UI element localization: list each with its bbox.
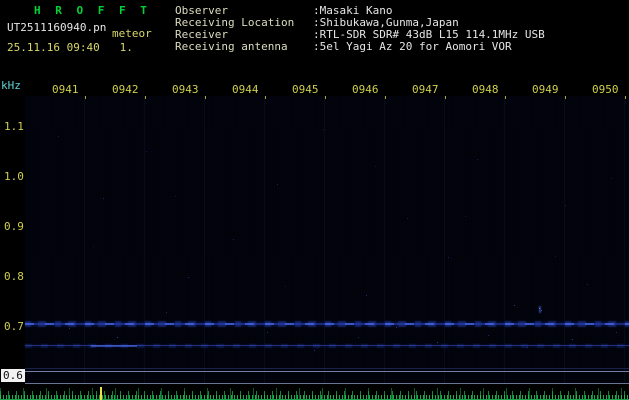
time-axis-label: 0948 [472, 83, 499, 96]
freq-axis-label-highlighted: 0.6 [1, 369, 25, 382]
time-axis-tick [505, 96, 506, 99]
info-value-observer: :Masaki Kano [313, 4, 393, 17]
time-axis-label: 0944 [232, 83, 259, 96]
spectrogram-plot [25, 96, 629, 384]
freq-axis-label: 0.9 [4, 220, 24, 233]
time-axis-tick [445, 96, 446, 99]
time-axis-tick [385, 96, 386, 99]
info-value-antenna: :5el Yagi Az 20 for Aomori VOR [313, 40, 512, 53]
freq-axis-label: 0.7 [4, 320, 24, 333]
pale-line-0p62khz [25, 371, 629, 372]
output-filename: UT2511160940.pn [7, 21, 107, 34]
info-label-location: Receiving Location [175, 16, 295, 29]
time-axis-label: 0943 [172, 83, 199, 96]
time-axis-label: 0949 [532, 83, 559, 96]
time-axis-tick [145, 96, 146, 99]
spectrogram-noise [25, 96, 26, 97]
freq-axis-label: 1.1 [4, 120, 24, 133]
mode-label: meteor [112, 27, 152, 40]
info-label-antenna: Receiving antenna [175, 40, 288, 53]
time-axis-label: 0941 [52, 83, 79, 96]
time-axis-label: 0942 [112, 83, 139, 96]
time-axis-label: 0950 [592, 83, 619, 96]
freq-axis-label: 0.8 [4, 270, 24, 283]
carrier-band-0p70khz-core [25, 323, 629, 325]
info-value-receiver: :RTL-SDR SDR# 43dB L15 114.1MHz USB [313, 28, 545, 41]
faint-line-0p63khz [25, 368, 629, 369]
time-axis-label: 0947 [412, 83, 439, 96]
time-axis-tick [205, 96, 206, 99]
time-axis-label: 0945 [292, 83, 319, 96]
info-label-receiver: Receiver [175, 28, 228, 41]
meteor-echo-blip [539, 306, 541, 313]
plot-bottom-line [25, 383, 629, 384]
info-label-observer: Observer [175, 4, 228, 17]
datetime-label: 25.11.16 09:40 1. [7, 41, 133, 54]
time-axis-tick [265, 96, 266, 99]
info-value-location: :Shibukawa,Gunma,Japan [313, 16, 459, 29]
echo-segment [91, 345, 137, 347]
time-axis-tick [85, 96, 86, 99]
time-axis-tick [325, 96, 326, 99]
time-axis-tick [625, 96, 626, 99]
time-axis-tick [565, 96, 566, 99]
freq-axis-unit: kHz [1, 79, 21, 92]
freq-axis-label: 1.0 [4, 170, 24, 183]
app-title: H R O F F T [34, 4, 151, 17]
time-axis-label: 0946 [352, 83, 379, 96]
event-marker-yellow [100, 387, 102, 400]
hrofft-screen: H R O F F T UT2511160940.pn meteor 25.11… [0, 0, 629, 400]
signal-level-strip [0, 385, 629, 400]
